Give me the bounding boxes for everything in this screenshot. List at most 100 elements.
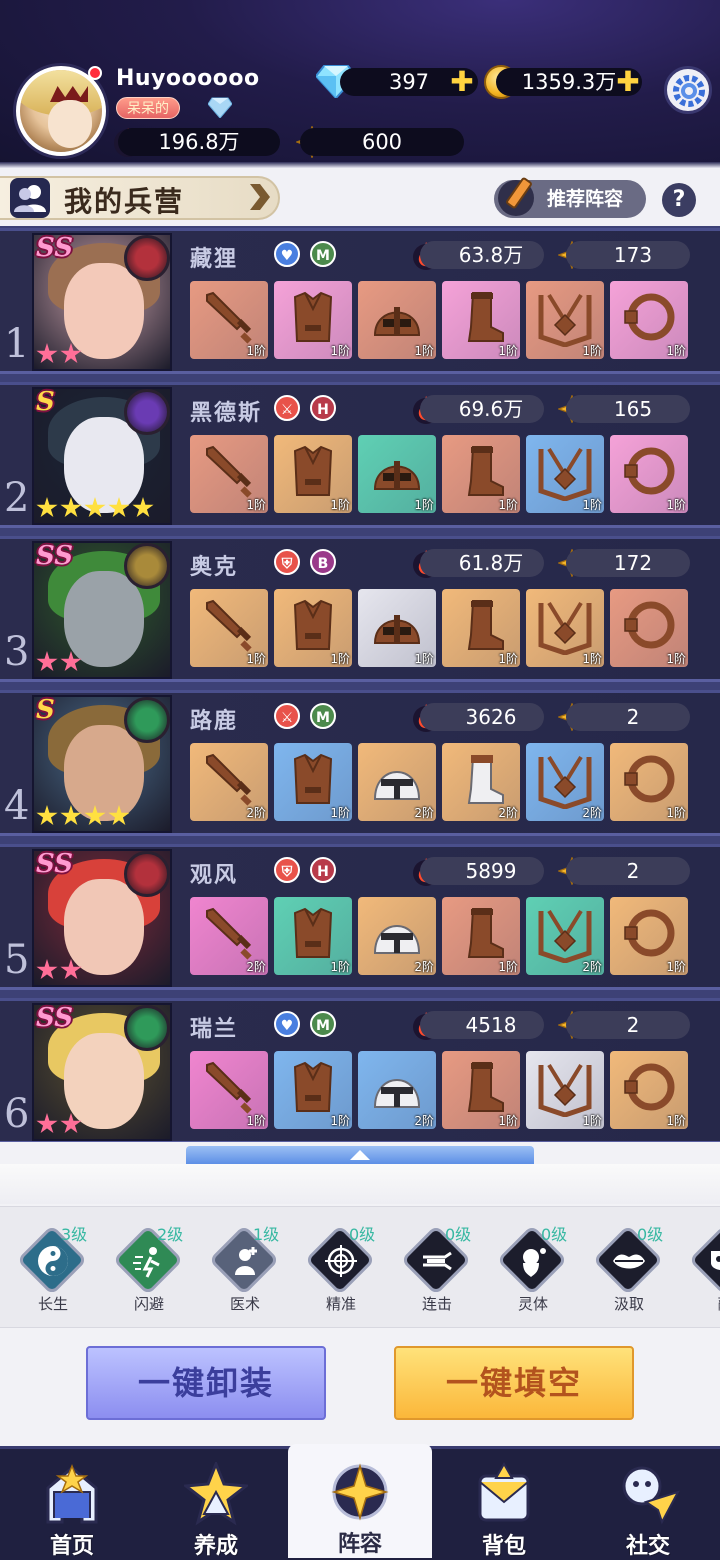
- hero-row[interactable]: 6 SS 瑞兰 ♥ M 4518 2 1阶 1阶 2阶 1阶 1阶 1阶: [0, 998, 720, 1144]
- equip-slot-helmet[interactable]: 1阶: [358, 435, 436, 513]
- skill-item[interactable]: 0级 灵体: [485, 1207, 581, 1329]
- equip-slot-armor[interactable]: 1阶: [274, 1051, 352, 1129]
- skill-item[interactable]: 0级 连击: [389, 1207, 485, 1329]
- nav-social[interactable]: 社交: [576, 1446, 720, 1560]
- equip-slot-helmet[interactable]: 2阶: [358, 743, 436, 821]
- nav-label: 背包: [481, 1533, 526, 1559]
- skill-item[interactable]: 2级 闪避: [101, 1207, 197, 1329]
- hero-rank: SS: [36, 541, 73, 571]
- equip-slot-boot[interactable]: 1阶: [442, 1051, 520, 1129]
- hero-star-value: 2: [566, 857, 690, 885]
- settings-gear-icon[interactable]: [664, 66, 712, 114]
- equip-tier: 1阶: [582, 1114, 602, 1128]
- combo-icon: [419, 1243, 455, 1279]
- hero-row[interactable]: 5 SS 观风 ⛨ H 5899 2 2阶 1阶 2阶 1阶 2阶 1阶: [0, 844, 720, 990]
- star-count: 600: [300, 128, 464, 156]
- skill-label: 灵体: [517, 1295, 548, 1313]
- hero-row[interactable]: 1 SS 藏狸 ♥ M 63.8万 173 1阶 1阶 1阶 1阶 1阶 1阶: [0, 228, 720, 374]
- equip-slot-ring[interactable]: 1阶: [610, 897, 688, 975]
- equip-slot-helmet[interactable]: 1阶: [358, 281, 436, 359]
- skill-item[interactable]: 蔽: [677, 1207, 720, 1329]
- chevron-right-icon[interactable]: [246, 182, 272, 212]
- row-number: 2: [4, 475, 30, 521]
- equip-slot-sword[interactable]: 2阶: [190, 743, 268, 821]
- hero-name: 观风: [190, 862, 239, 888]
- collapse-handle[interactable]: [186, 1146, 534, 1164]
- equip-slot-amulet[interactable]: 2阶: [526, 743, 604, 821]
- nickname-tag[interactable]: 呆呆的: [116, 97, 180, 119]
- skill-item[interactable]: 0级 汲取: [581, 1207, 677, 1329]
- lower-panel-divider: [0, 1164, 720, 1204]
- equip-slot-helmet[interactable]: 2阶: [358, 1051, 436, 1129]
- hero-power: 63.8万: [420, 241, 544, 269]
- equip-slot-ring[interactable]: 1阶: [610, 743, 688, 821]
- hero-star-value: 165: [566, 395, 690, 423]
- star-icon: [36, 651, 58, 672]
- nav-train[interactable]: 养成: [144, 1446, 288, 1560]
- add-gold-icon[interactable]: ✚: [616, 68, 640, 96]
- skill-label: 汲取: [613, 1295, 644, 1313]
- equip-slot-sword[interactable]: 1阶: [190, 1051, 268, 1129]
- equip-tier: 1阶: [498, 344, 518, 358]
- help-button[interactable]: ?: [662, 183, 696, 217]
- equip-slot-armor[interactable]: 1阶: [274, 435, 352, 513]
- shield-icon: ⛨: [274, 857, 300, 883]
- equip-slot-sword[interactable]: 1阶: [190, 281, 268, 359]
- hero-row[interactable]: 2 S 黑德斯 ⚔ H 69.6万 165 1阶 1阶 1阶 1阶 1阶 1阶: [0, 382, 720, 528]
- equip-slot-armor[interactable]: 1阶: [274, 897, 352, 975]
- arrow-up-icon: [350, 1150, 370, 1160]
- nav-home[interactable]: 首页: [0, 1446, 144, 1560]
- nav-lineup[interactable]: 阵容: [288, 1444, 432, 1558]
- equip-slot-boot[interactable]: 2阶: [442, 743, 520, 821]
- equip-tier: 2阶: [414, 1114, 434, 1128]
- equip-slot-ring[interactable]: 1阶: [610, 1051, 688, 1129]
- equip-slot-ring[interactable]: 1阶: [610, 435, 688, 513]
- equip-slot-sword[interactable]: 1阶: [190, 435, 268, 513]
- equip-slot-sword[interactable]: 1阶: [190, 589, 268, 667]
- hero-rank: SS: [36, 233, 73, 263]
- equip-slot-amulet[interactable]: 1阶: [526, 281, 604, 359]
- hero-rank: SS: [36, 849, 73, 879]
- equip-slot-armor[interactable]: 1阶: [274, 743, 352, 821]
- element-icon: [124, 543, 170, 589]
- hero-row[interactable]: 4 S 路鹿 ⚔ M 3626 2 2阶 1阶 2阶 2阶 2阶 1阶: [0, 690, 720, 836]
- equip-slot-boot[interactable]: 1阶: [442, 897, 520, 975]
- star-icon: [36, 497, 58, 518]
- equip-slot-boot[interactable]: 1阶: [442, 589, 520, 667]
- equip-slot-armor[interactable]: 1阶: [274, 281, 352, 359]
- equip-slot-ring[interactable]: 1阶: [610, 281, 688, 359]
- equip-slot-sword[interactable]: 2阶: [190, 897, 268, 975]
- equip-tier: 1阶: [582, 652, 602, 666]
- hero-rank: SS: [36, 1003, 73, 1033]
- class-b-badge: B: [310, 549, 336, 575]
- equip-slot-boot[interactable]: 1阶: [442, 435, 520, 513]
- hero-row[interactable]: 3 SS 奥克 ⛨ B 61.8万 172 1阶 1阶 1阶 1阶 1阶 1阶: [0, 536, 720, 682]
- skill-item[interactable]: 0级 精准: [293, 1207, 389, 1329]
- equip-tier: 1阶: [246, 498, 266, 512]
- skill-item[interactable]: 1级 医术: [197, 1207, 293, 1329]
- equip-slot-helmet[interactable]: 2阶: [358, 897, 436, 975]
- equip-slot-amulet[interactable]: 1阶: [526, 435, 604, 513]
- hero-name: 奥克: [190, 554, 239, 580]
- equip-slot-amulet[interactable]: 1阶: [526, 589, 604, 667]
- skill-item[interactable]: 3级 长生: [5, 1207, 101, 1329]
- nav-bag[interactable]: 背包: [432, 1446, 576, 1560]
- yin-yang-icon: [35, 1243, 71, 1279]
- equip-tier: 1阶: [498, 1114, 518, 1128]
- equip-tier: 1阶: [246, 1114, 266, 1128]
- unequip-all-button[interactable]: 一键卸装: [86, 1346, 326, 1420]
- fill-empty-button[interactable]: 一键填空: [394, 1346, 634, 1420]
- equip-slot-helmet[interactable]: 1阶: [358, 589, 436, 667]
- equip-slot-amulet[interactable]: 2阶: [526, 897, 604, 975]
- equip-tier: 1阶: [582, 344, 602, 358]
- equip-slot-armor[interactable]: 1阶: [274, 589, 352, 667]
- star-icon: [84, 497, 106, 518]
- add-gems-icon[interactable]: ✚: [450, 68, 474, 96]
- equip-slot-amulet[interactable]: 1阶: [526, 1051, 604, 1129]
- equip-tier: 1阶: [414, 652, 434, 666]
- equip-slot-boot[interactable]: 1阶: [442, 281, 520, 359]
- star-icon: [60, 497, 82, 518]
- heart-icon: ♥: [274, 1011, 300, 1037]
- equip-slot-ring[interactable]: 1阶: [610, 589, 688, 667]
- skill-level: 2级: [157, 1225, 184, 1244]
